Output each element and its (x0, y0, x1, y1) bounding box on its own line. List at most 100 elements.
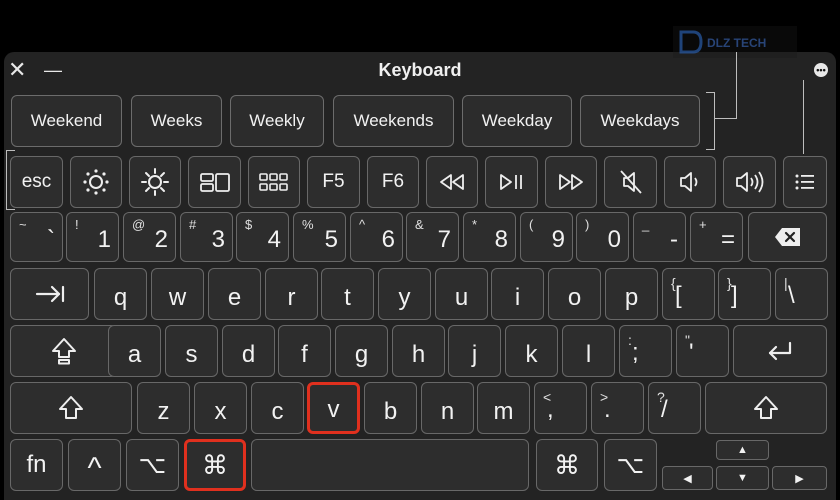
launchpad-icon (259, 173, 288, 191)
more-options-button[interactable]: ••• (814, 63, 828, 77)
right-option-key[interactable]: ⌥ (604, 439, 657, 491)
volume-down-key[interactable] (664, 156, 716, 208)
key-r[interactable]: r (265, 268, 318, 320)
key-period[interactable]: >. (591, 382, 644, 434)
key-3[interactable]: #3 (180, 212, 233, 262)
f5-key[interactable]: F5 (307, 156, 360, 208)
key-0[interactable]: ) 0 (576, 212, 629, 262)
key-left-bracket[interactable]: {[ (662, 268, 715, 320)
bracket-connector-vertical (736, 52, 737, 119)
key--[interactable]: _ - (633, 212, 686, 262)
left-command-key[interactable]: ⌘ (184, 439, 246, 491)
return-key[interactable] (733, 325, 827, 377)
panel-menu-key[interactable] (783, 156, 827, 208)
caps-lock-icon (51, 338, 76, 365)
svg-text:DLZ TECH: DLZ TECH (707, 36, 766, 50)
rewind-key[interactable] (426, 156, 478, 208)
suggestion-bracket (706, 92, 715, 150)
mission-control-key[interactable] (188, 156, 241, 208)
key-label: [ (675, 282, 682, 309)
key-t[interactable]: t (321, 268, 374, 320)
esc-key[interactable]: esc (10, 156, 63, 208)
f6-key[interactable]: F6 (367, 156, 419, 208)
suggestion-weekday[interactable]: Weekday (462, 95, 572, 147)
play-pause-icon (499, 174, 522, 190)
key-quote[interactable]: " ' (676, 325, 729, 377)
key-n[interactable]: n (421, 382, 474, 434)
tab-key[interactable] (10, 268, 89, 320)
key-right-bracket[interactable]: }] (718, 268, 771, 320)
caps-lock-key[interactable] (10, 325, 117, 377)
delete-key[interactable] (748, 212, 827, 262)
suggestion-weeks[interactable]: Weeks (131, 95, 222, 147)
volume-up-key[interactable] (723, 156, 776, 208)
arrow-down-key[interactable]: ▼ (716, 466, 769, 490)
key-label: , (547, 396, 554, 423)
arrow-right-key[interactable]: ▶ (772, 466, 827, 490)
brightness-up-key[interactable] (129, 156, 181, 208)
key-e[interactable]: e (208, 268, 261, 320)
key-slash[interactable]: ? / (648, 382, 701, 434)
key-i[interactable]: i (491, 268, 544, 320)
key-y[interactable]: y (378, 268, 431, 320)
key-c[interactable]: c (251, 382, 304, 434)
key-s[interactable]: s (165, 325, 218, 377)
key-h[interactable]: h (392, 325, 445, 377)
key-7[interactable]: & 7 (406, 212, 459, 262)
key-j[interactable]: j (448, 325, 501, 377)
key-comma[interactable]: <, (534, 382, 587, 434)
suggestion-weekends[interactable]: Weekends (333, 95, 454, 147)
key-backslash[interactable]: | \ (775, 268, 828, 320)
key-q[interactable]: q (94, 268, 147, 320)
play-pause-key[interactable] (485, 156, 538, 208)
key-label: = (720, 226, 735, 253)
key-k[interactable]: k (505, 325, 558, 377)
key-4[interactable]: $4 (236, 212, 289, 262)
key-v[interactable]: v (307, 382, 360, 434)
key-8[interactable]: * 8 (463, 212, 516, 262)
control-key[interactable]: ^ (68, 439, 121, 491)
key-f[interactable]: f (278, 325, 331, 377)
key-1[interactable]: ! 1 (66, 212, 119, 262)
suggestion-weekend[interactable]: Weekend (11, 95, 122, 147)
key-label: i (514, 284, 521, 311)
arrow-up-key[interactable]: ▲ (716, 440, 769, 460)
key-u[interactable]: u (435, 268, 488, 320)
key-`[interactable]: ~ ` (10, 212, 63, 262)
key-d[interactable]: d (222, 325, 275, 377)
launchpad-key[interactable] (248, 156, 300, 208)
mission-control-icon (199, 173, 230, 192)
arrow-up-icon: ▲ (737, 444, 748, 456)
key-=[interactable]: + = (690, 212, 743, 262)
key-5[interactable]: % 5 (293, 212, 346, 262)
key-label: u (454, 284, 469, 311)
key-w[interactable]: w (151, 268, 204, 320)
key-l[interactable]: l (562, 325, 615, 377)
fn-key[interactable]: fn (10, 439, 63, 491)
right-shift-key[interactable] (705, 382, 827, 434)
brightness-down-key[interactable] (70, 156, 122, 208)
key-a[interactable]: a (108, 325, 161, 377)
suggestion-label: Weekday (481, 111, 553, 130)
left-option-key[interactable]: ⌥ (126, 439, 179, 491)
arrow-left-key[interactable]: ◀ (662, 466, 713, 490)
right-command-key[interactable]: ⌘ (536, 439, 598, 491)
key-b[interactable]: b (364, 382, 417, 434)
left-shift-key[interactable] (10, 382, 132, 434)
suggestion-weekly[interactable]: Weekly (230, 95, 324, 147)
key-2[interactable]: @2 (123, 212, 176, 262)
key-z[interactable]: z (137, 382, 190, 434)
key-6[interactable]: ^ 6 (350, 212, 403, 262)
key-m[interactable]: m (477, 382, 530, 434)
key-semicolon[interactable]: :; (619, 325, 672, 377)
key-p[interactable]: p (605, 268, 658, 320)
key-x[interactable]: x (194, 382, 247, 434)
key-o[interactable]: o (548, 268, 601, 320)
mute-key[interactable] (604, 156, 657, 208)
key-9[interactable]: (9 (520, 212, 573, 262)
key-g[interactable]: g (335, 325, 388, 377)
fast-forward-key[interactable] (545, 156, 597, 208)
space-bar[interactable] (251, 439, 529, 491)
key-shift-label: ! (75, 217, 79, 232)
suggestion-weekdays[interactable]: Weekdays (580, 95, 700, 147)
